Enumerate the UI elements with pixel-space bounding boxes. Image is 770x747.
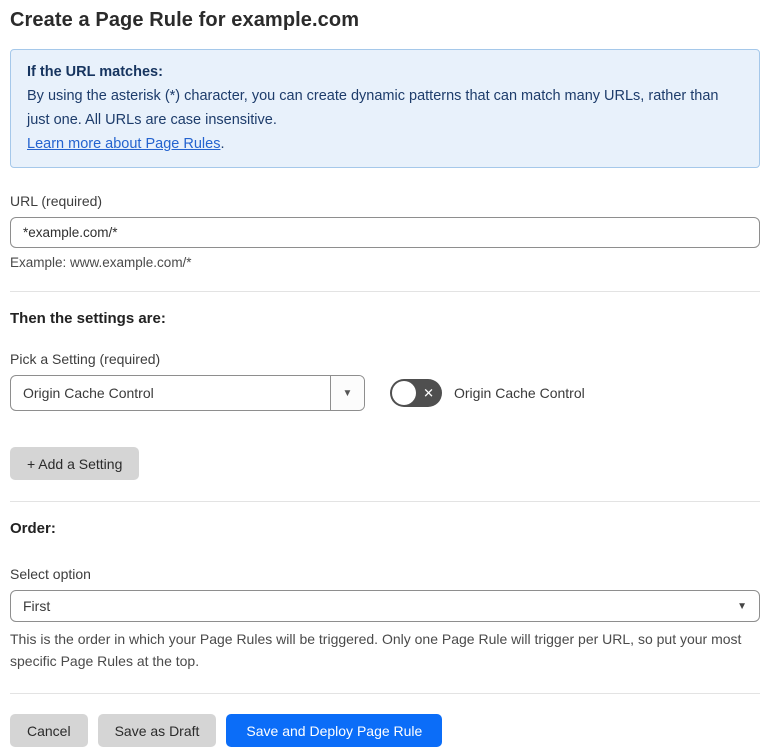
url-field-label: URL (required) xyxy=(10,193,103,209)
info-box-body: By using the asterisk (*) character, you… xyxy=(27,88,719,128)
link-period: . xyxy=(220,136,225,152)
pick-setting-label: Pick a Setting (required) xyxy=(10,351,161,367)
url-match-info-box: If the URL matches: By using the asteris… xyxy=(10,49,760,168)
order-select-label: Select option xyxy=(10,566,91,582)
page-title: Create a Page Rule for example.com xyxy=(10,9,360,31)
chevron-down-icon: ▼ xyxy=(737,600,747,612)
footer-buttons: Cancel Save as Draft Save and Deploy Pag… xyxy=(10,714,760,747)
save-as-draft-button[interactable]: Save as Draft xyxy=(97,714,217,747)
settings-section-heading: Then the settings are: xyxy=(10,310,166,327)
info-box-heading: If the URL matches: xyxy=(27,64,163,80)
setting-select-value: Origin Cache Control xyxy=(23,385,154,401)
order-select[interactable]: First ▼ xyxy=(10,590,760,622)
toggle-label: Origin Cache Control xyxy=(454,385,585,401)
url-input[interactable] xyxy=(10,217,760,248)
setting-toggle[interactable]: ✕ xyxy=(390,379,442,407)
divider xyxy=(10,501,760,502)
divider xyxy=(10,693,760,694)
add-setting-button[interactable]: + Add a Setting xyxy=(10,447,140,480)
setting-row: Origin Cache Control ▼ ✕ Origin Cache Co… xyxy=(10,375,760,411)
order-select-value: First xyxy=(23,598,51,614)
learn-more-link[interactable]: Learn more about Page Rules xyxy=(27,136,220,152)
order-section-heading: Order: xyxy=(10,520,56,537)
url-example-text: Example: www.example.com/* xyxy=(10,255,192,270)
chevron-down-icon[interactable]: ▼ xyxy=(330,376,364,410)
order-help-text: This is the order in which your Page Rul… xyxy=(10,631,742,669)
info-box-link-line: Learn more about Page Rules. xyxy=(27,132,743,156)
toggle-off-icon: ✕ xyxy=(423,385,434,401)
divider xyxy=(10,291,760,292)
setting-select[interactable]: Origin Cache Control ▼ xyxy=(10,375,365,411)
toggle-knob xyxy=(392,381,416,405)
save-and-deploy-button[interactable]: Save and Deploy Page Rule xyxy=(226,714,443,747)
cancel-button[interactable]: Cancel xyxy=(10,714,88,747)
